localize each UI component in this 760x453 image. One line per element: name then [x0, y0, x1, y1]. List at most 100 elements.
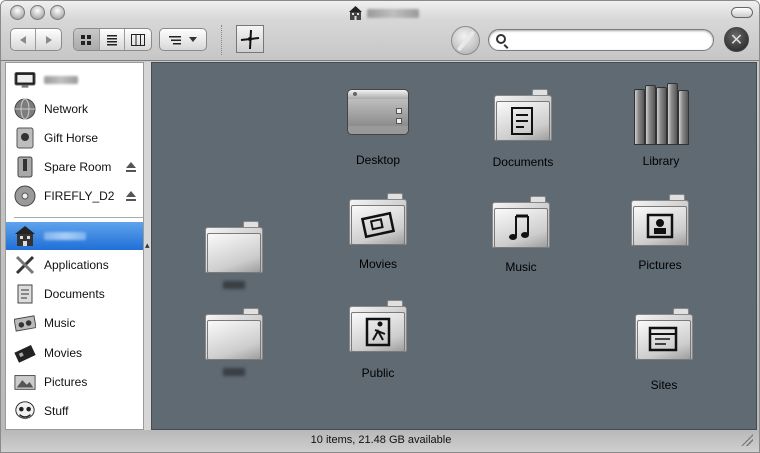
- sidebar-item-label-redacted: [44, 232, 86, 240]
- grid-icon: [81, 34, 92, 45]
- toolbar-toggle-button[interactable]: [731, 7, 753, 18]
- file-item-music[interactable]: Music: [466, 196, 576, 274]
- folder-icon: [205, 308, 263, 360]
- sidebar-item-label: Spare Room: [44, 160, 112, 174]
- apple-disk-icon: [14, 127, 36, 149]
- sidebar-item-gift-horse[interactable]: Gift Horse: [6, 124, 143, 152]
- splitter-handle-icon: ▴: [145, 240, 150, 250]
- back-button[interactable]: [11, 29, 37, 50]
- minimize-window-button[interactable]: [30, 5, 45, 20]
- file-item-pictures[interactable]: Pictures: [605, 194, 715, 272]
- file-item-library[interactable]: Library: [606, 83, 716, 168]
- chevron-down-icon: [189, 36, 197, 42]
- music-folder-icon: [492, 196, 550, 248]
- title-text-redacted: [367, 8, 419, 18]
- sidebar-splitter[interactable]: ▴: [144, 62, 151, 430]
- tools-icon: [14, 254, 36, 276]
- skull-icon: [14, 400, 36, 422]
- desktop-icon: [347, 89, 409, 135]
- list-icon: [107, 34, 117, 45]
- back-arrow-icon: [20, 35, 26, 44]
- file-label: Music: [505, 260, 537, 274]
- forward-button[interactable]: [36, 29, 61, 50]
- music-icon: [14, 312, 36, 334]
- sidebar-item-label: Network: [44, 102, 89, 116]
- burn-button[interactable]: [236, 25, 264, 53]
- home-icon: [14, 225, 36, 247]
- sidebar-item-applications[interactable]: Applications: [6, 251, 143, 279]
- icon-view-button[interactable]: [74, 29, 100, 50]
- monitor-icon: [14, 69, 36, 91]
- file-label: Public: [361, 366, 395, 380]
- search-input[interactable]: [511, 33, 707, 48]
- file-label: Desktop: [355, 153, 401, 167]
- forward-arrow-icon: [45, 35, 52, 44]
- sidebar-item-network[interactable]: Network: [6, 95, 143, 123]
- sidebar-item-label: Documents: [44, 287, 105, 301]
- sidebar-item-label: Stuff: [44, 404, 69, 418]
- icon-view-area: Desktop Documents Library Movies Music P…: [151, 62, 757, 430]
- file-item-desktop[interactable]: Desktop: [323, 89, 433, 167]
- dvd-icon: [14, 185, 36, 207]
- sites-folder-icon: [635, 308, 693, 360]
- sidebar-item-movies[interactable]: Movies: [6, 339, 143, 367]
- columns-icon: [131, 33, 146, 46]
- status-bar: 10 items, 21.48 GB available: [1, 430, 759, 452]
- close-x-button[interactable]: ✕: [724, 27, 749, 52]
- file-item-sites[interactable]: Sites: [609, 308, 719, 392]
- sidebar-item-label-redacted: [44, 76, 78, 84]
- resize-grip-icon[interactable]: [741, 434, 753, 446]
- documents-icon: [14, 283, 36, 305]
- status-text: 10 items, 21.48 GB available: [310, 434, 452, 446]
- file-item-movies[interactable]: Movies: [323, 193, 433, 271]
- movies-folder-icon: [349, 193, 407, 245]
- eject-icon[interactable]: [126, 162, 136, 172]
- sidebar-divider: [14, 217, 143, 218]
- toolbar-separator: [221, 25, 222, 55]
- library-books-icon: [632, 83, 690, 145]
- sidebar-item-label: FIREFLY_D2: [44, 189, 115, 203]
- back-forward-control: [10, 28, 62, 51]
- file-label-redacted: [223, 281, 245, 289]
- toolbar: ✕: [1, 1, 759, 61]
- globe-icon: [14, 98, 36, 120]
- list-view-button[interactable]: [100, 29, 126, 50]
- sidebar-item-firefly-d2[interactable]: FIREFLY_D2: [6, 182, 143, 210]
- burn-icon: [240, 29, 260, 50]
- home-icon: [349, 6, 362, 20]
- zoom-window-button[interactable]: [50, 5, 65, 20]
- sidebar-item-home[interactable]: [6, 222, 143, 250]
- file-item-documents[interactable]: Documents: [468, 89, 578, 169]
- file-label: Pictures: [638, 258, 682, 272]
- sidebar-item-computer[interactable]: [6, 66, 143, 94]
- sidebar: Network Gift Horse Spare Room FIREFLY_D2: [5, 62, 144, 430]
- sidebar-item-label: Applications: [44, 258, 109, 272]
- file-label: Documents: [492, 155, 554, 169]
- arrange-lines-icon: [169, 35, 181, 44]
- sidebar-item-pictures[interactable]: Pictures: [6, 368, 143, 396]
- view-mode-control: [73, 28, 152, 51]
- sidebar-item-music[interactable]: Music: [6, 309, 143, 337]
- file-item-public[interactable]: Public: [323, 300, 433, 380]
- column-view-button[interactable]: [125, 29, 151, 50]
- arrange-menu-button[interactable]: [159, 28, 207, 51]
- file-item-folder-b[interactable]: [179, 308, 289, 376]
- search-field[interactable]: [488, 29, 714, 51]
- close-icon: ✕: [729, 31, 744, 49]
- movies-icon: [14, 342, 36, 364]
- close-window-button[interactable]: [10, 5, 25, 20]
- sidebar-item-stuff[interactable]: Stuff: [6, 397, 143, 425]
- folder-icon: [205, 221, 263, 273]
- finder-window: ✕ Network Gift Horse Spare Room FIREFLY_…: [0, 0, 760, 453]
- file-item-folder-a[interactable]: [179, 221, 289, 289]
- sidebar-item-spare-room[interactable]: Spare Room: [6, 153, 143, 181]
- pictures-folder-icon: [631, 194, 689, 246]
- documents-folder-icon: [494, 89, 552, 141]
- sidebar-item-documents[interactable]: Documents: [6, 280, 143, 308]
- no-entry-icon[interactable]: [451, 26, 480, 55]
- file-label: Sites: [650, 378, 678, 392]
- eject-icon[interactable]: [126, 191, 136, 201]
- window-title: [349, 4, 419, 22]
- sidebar-item-label: Music: [44, 316, 76, 330]
- pictures-icon: [14, 371, 36, 393]
